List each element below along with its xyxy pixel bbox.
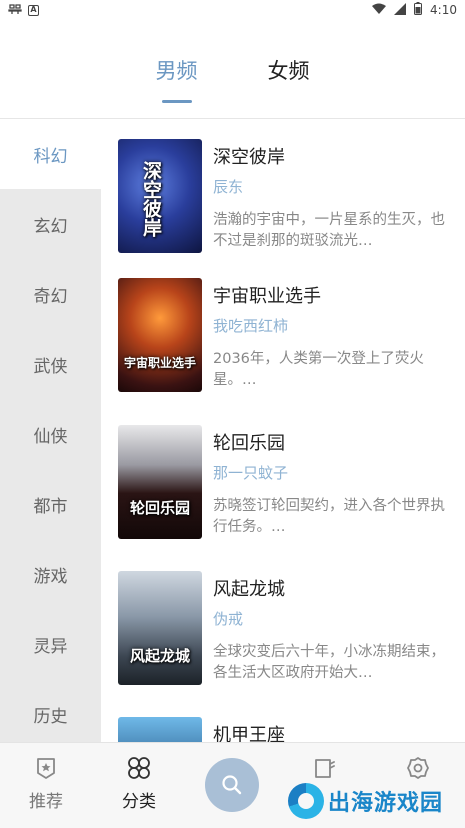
tab-female[interactable]: 女频: [268, 55, 310, 105]
watermark: 出海游戏园: [288, 783, 443, 819]
book-cover: 轮回乐园: [118, 425, 202, 539]
gender-tabs: 男频 女频: [0, 55, 465, 105]
book-info: 宇宙职业选手 我吃西红柿 2036年，人类第一次登上了荧火星。…: [213, 278, 458, 398]
sidebar-item-scifi[interactable]: 科幻: [0, 119, 101, 189]
sidebar-item-fantasy[interactable]: 奇幻: [0, 259, 101, 329]
book-description: 2036年，人类第一次登上了荧火星。…: [213, 351, 424, 388]
cover-title: 宇宙职业选手: [123, 356, 196, 370]
watermark-logo-icon: [288, 783, 324, 819]
book-author: 辰东: [213, 178, 244, 196]
book-cover: 风起龙城: [118, 571, 202, 685]
book-title: 机甲王座: [213, 725, 285, 742]
sidebar-item-xuanhuan[interactable]: 玄幻: [0, 189, 101, 259]
status-left: A: [8, 3, 39, 18]
cover-title: 风起龙城: [129, 647, 190, 665]
book-title: 宇宙职业选手: [213, 286, 321, 307]
sidebar-item-supernatural[interactable]: 灵异: [0, 609, 101, 679]
book-item[interactable]: 深空彼岸 深空彼岸 辰东 浩瀚的宇宙中，一片星系的生灭，也不过是刹那的斑驳流光…: [118, 139, 458, 259]
category-icon: [128, 757, 150, 779]
book-list: 深空彼岸 深空彼岸 辰东 浩瀚的宇宙中，一片星系的生灭，也不过是刹那的斑驳流光……: [101, 119, 465, 742]
app-notification-icon: [8, 3, 22, 18]
sidebar-item-history[interactable]: 历史: [0, 679, 101, 742]
book-title: 风起龙城: [213, 579, 285, 600]
nav-recommend[interactable]: 推荐: [16, 755, 76, 812]
search-button[interactable]: [205, 758, 259, 812]
book-author: 我吃西红柿: [213, 317, 289, 335]
book-cover: 深空彼岸: [118, 139, 202, 253]
active-tab-indicator: [161, 100, 192, 103]
battery-icon: [414, 2, 423, 18]
book-info: 机甲王座: [213, 717, 458, 742]
signal-icon: [394, 2, 407, 18]
a-box-icon: A: [28, 4, 39, 16]
book-cover: 宇宙职业选手: [118, 278, 202, 392]
book-item[interactable]: 风起龙城 风起龙城 伪戒 全球灾变后六十年，小冰冻期结束，各生活大区政府开始大…: [118, 571, 458, 691]
nav-category[interactable]: 分类: [109, 755, 169, 812]
book-item[interactable]: 机甲王座: [118, 717, 458, 742]
sidebar-item-wuxia[interactable]: 武侠: [0, 329, 101, 399]
sidebar-item-game[interactable]: 游戏: [0, 539, 101, 609]
category-sidebar: 科幻 玄幻 奇幻 武侠 仙侠 都市 游戏 灵异 历史: [0, 119, 101, 742]
tab-male-label: 男频: [155, 59, 198, 83]
watermark-text: 出海游戏园: [328, 791, 444, 816]
book-info: 深空彼岸 辰东 浩瀚的宇宙中，一片星系的生灭，也不过是刹那的斑驳流光…: [213, 139, 458, 259]
tab-female-label: 女频: [267, 59, 310, 83]
wifi-icon: [372, 3, 387, 18]
book-info: 风起龙城 伪戒 全球灾变后六十年，小冰冻期结束，各生活大区政府开始大…: [213, 571, 458, 691]
sidebar-item-xianxia[interactable]: 仙侠: [0, 399, 101, 469]
sidebar-item-urban[interactable]: 都市: [0, 469, 101, 539]
status-right: 4:10: [372, 2, 457, 18]
book-description: 全球灾变后六十年，小冰冻期结束，各生活大区政府开始大…: [213, 644, 445, 681]
book-title: 深空彼岸: [213, 147, 285, 168]
nav-recommend-label: 推荐: [29, 792, 63, 812]
book-cover: [118, 717, 202, 742]
book-author: 伪戒: [213, 610, 244, 628]
status-bar: A 4:10: [0, 0, 465, 20]
cover-title: 深空彼岸: [140, 161, 162, 237]
book-info: 轮回乐园 那一只蚊子 苏晓签订轮回契约，进入各个世界执行任务。…: [213, 425, 458, 545]
cover-title: 轮回乐园: [129, 499, 190, 517]
book-description: 浩瀚的宇宙中，一片星系的生灭，也不过是刹那的斑驳流光…: [213, 212, 445, 249]
recommend-icon: [37, 758, 55, 779]
book-item[interactable]: 宇宙职业选手 宇宙职业选手 我吃西红柿 2036年，人类第一次登上了荧火星。…: [118, 278, 458, 398]
tab-male[interactable]: 男频: [156, 55, 198, 105]
settings-icon: [407, 757, 429, 779]
book-author: 那一只蚊子: [213, 464, 289, 482]
search-icon: [222, 775, 242, 795]
book-item[interactable]: 轮回乐园 轮回乐园 那一只蚊子 苏晓签订轮回契约，进入各个世界执行任务。…: [118, 425, 458, 545]
nav-category-label: 分类: [122, 792, 156, 812]
status-time: 4:10: [430, 3, 457, 17]
nav-settings[interactable]: [388, 755, 448, 781]
book-title: 轮回乐园: [213, 433, 285, 454]
bookshelf-icon: [315, 759, 335, 778]
book-description: 苏晓签订轮回契约，进入各个世界执行任务。…: [213, 498, 445, 535]
nav-bookshelf[interactable]: [295, 755, 355, 781]
